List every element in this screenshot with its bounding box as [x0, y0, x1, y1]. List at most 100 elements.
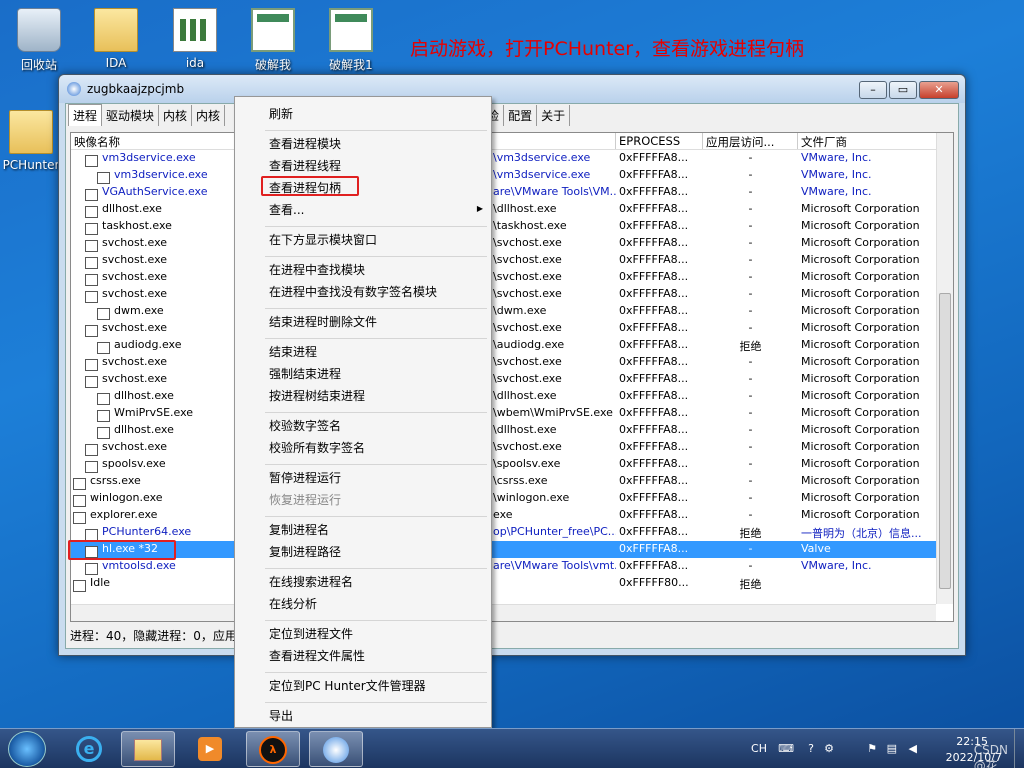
table-row[interactable]: vmtoolsd.exe are\VMware Tools\vmt... 0xFFF… [71, 558, 953, 575]
minimize-button[interactable]: – [859, 81, 887, 99]
crackme1-icon-glyph [329, 8, 373, 52]
menu-separator [265, 464, 487, 465]
table-row[interactable]: svchost.exe \svchost.exe 0xFFFFFA8... - Micr… [71, 235, 953, 252]
table-row[interactable]: dllhost.exe \dllhost.exe 0xFFFFFA8... - Micr… [71, 201, 953, 218]
menu-item[interactable]: 在下方显示模块窗口 [269, 231, 377, 248]
table-row[interactable]: svchost.exe \svchost.exe 0xFFFFFA8... - Micr… [71, 252, 953, 269]
table-row[interactable]: dwm.exe \dwm.exe 0xFFFFFA8... - Microsoft Co… [71, 303, 953, 320]
table-row[interactable]: PCHunter64.exe op\PCHunter_free\PC... 0xFF… [71, 524, 953, 541]
highlight-box-hl-exe [68, 540, 176, 560]
process-icon [97, 172, 110, 184]
settings-icon[interactable]: ⚙ [824, 742, 834, 755]
horizontal-scrollbar[interactable] [71, 604, 936, 621]
menu-item[interactable]: 强制结束进程 [269, 365, 341, 382]
table-row[interactable]: svchost.exe \svchost.exe 0xFFFFFA8... - Micr… [71, 371, 953, 388]
table-row[interactable]: svchost.exe \svchost.exe 0xFFFFFA8... - Micr… [71, 269, 953, 286]
menu-item[interactable]: 按进程树结束进程 [269, 387, 365, 404]
col-access[interactable]: 应用层访问... [703, 133, 798, 149]
process-icon [85, 223, 98, 235]
flag-icon[interactable]: ⚑ [867, 742, 877, 755]
table-row[interactable]: Idle 0xFFFFF80... 拒绝 [71, 575, 953, 592]
table-row[interactable]: vm3dservice.exe \vm3dservice.exe 0xFFFFFA8… [71, 167, 953, 184]
table-row[interactable]: svchost.exe \svchost.exe 0xFFFFFA8... - Micr… [71, 354, 953, 371]
tab-3[interactable]: 内核 [192, 105, 226, 126]
tab-1[interactable]: 驱动模块 [102, 105, 160, 126]
menu-item[interactable]: 查看... [269, 201, 304, 218]
media-player-taskbar-icon[interactable]: ▶ [183, 731, 237, 767]
col-vendor[interactable]: 文件厂商 [798, 133, 939, 149]
process-path: \svchost.exe [493, 253, 562, 266]
menu-item[interactable]: 刷新 [269, 105, 293, 122]
pchunter-folder-icon[interactable]: PCHunter [0, 110, 66, 172]
tab-2[interactable]: 内核 [159, 105, 193, 126]
show-desktop-button[interactable] [1014, 729, 1024, 768]
table-row[interactable]: svchost.exe \svchost.exe 0xFFFFFA8... - Micr… [71, 320, 953, 337]
tab-0[interactable]: 进程 [68, 104, 103, 126]
table-row[interactable]: svchost.exe \svchost.exe 0xFFFFFA8... - Micr… [71, 286, 953, 303]
table-row[interactable]: winlogon.exe \winlogon.exe 0xFFFFFA8... - Mi… [71, 490, 953, 507]
title-bar[interactable]: zugbkaajzpcjmb [59, 75, 965, 103]
menu-item[interactable]: 在线搜索进程名 [269, 573, 353, 590]
ida-folder-icon[interactable]: IDA [81, 8, 151, 70]
half-life-taskbar-icon[interactable]: λ [246, 731, 300, 767]
table-row[interactable]: explorer.exe exe 0xFFFFFA8... - Microsoft Co… [71, 507, 953, 524]
process-name: svchost.exe [102, 372, 168, 385]
menu-item[interactable]: 查看进程文件属性 [269, 647, 365, 664]
ida-app-icon[interactable]: ida [160, 8, 230, 70]
table-row[interactable]: csrss.exe \csrss.exe 0xFFFFFA8... - Microsof… [71, 473, 953, 490]
menu-item[interactable]: 导出 [269, 707, 293, 724]
table-row[interactable]: WmiPrvSE.exe \wbem\WmiPrvSE.exe 0xFFFFFA8.… [71, 405, 953, 422]
volume-icon[interactable]: ◀ [909, 742, 917, 755]
menu-item[interactable]: 暂停进程运行 [269, 469, 341, 486]
process-path: \spoolsv.exe [493, 457, 561, 470]
table-row[interactable]: audiodg.exe \audiodg.exe 0xFFFFFA8... 拒绝 Mic… [71, 337, 953, 354]
start-button[interactable] [8, 731, 46, 767]
crackme1-icon[interactable]: 破解我1 [316, 8, 386, 73]
tab-9[interactable]: 配置 [504, 105, 538, 126]
menu-item[interactable]: 在线分析 [269, 595, 317, 612]
table-row[interactable]: taskhost.exe \taskhost.exe 0xFFFFFA8... - Mi… [71, 218, 953, 235]
table-row[interactable]: vm3dservice.exe \vm3dservice.exe 0xFFFFFA8… [71, 150, 953, 167]
recycle-bin-icon[interactable]: 回收站 [4, 8, 74, 73]
help-icon[interactable]: ? [808, 742, 814, 755]
close-button[interactable]: ✕ [919, 81, 959, 99]
process-path: \svchost.exe [493, 287, 562, 300]
menu-item[interactable]: 定位到进程文件 [269, 625, 353, 642]
process-icon [85, 189, 98, 201]
table-row[interactable]: spoolsv.exe \spoolsv.exe 0xFFFFFA8... - Micr… [71, 456, 953, 473]
maximize-button[interactable]: ▭ [889, 81, 917, 99]
table-row[interactable]: svchost.exe \svchost.exe 0xFFFFFA8... - Micr… [71, 439, 953, 456]
process-icon [85, 461, 98, 473]
language-indicator[interactable]: CH [751, 742, 767, 755]
process-icon [97, 342, 110, 354]
menu-item[interactable]: 查看进程模块 [269, 135, 341, 152]
menu-item[interactable]: 在进程中查找没有数字签名模块 [269, 283, 437, 300]
process-icon [73, 478, 86, 490]
menu-item[interactable]: 结束进程时删除文件 [269, 313, 377, 330]
keyboard-icon[interactable]: ⌨ [778, 742, 794, 755]
ie-taskbar-icon[interactable]: e [62, 731, 116, 767]
col-eprocess[interactable]: EPROCESS [616, 133, 703, 149]
network-icon[interactable]: ▤ [887, 742, 897, 755]
menu-item[interactable]: 在进程中查找模块 [269, 261, 365, 278]
menu-item[interactable]: 复制进程路径 [269, 543, 341, 560]
explorer-taskbar-icon[interactable] [121, 731, 175, 767]
cell-vendor: Microsoft Corporation [801, 491, 920, 504]
menu-item[interactable]: 查看进程线程 [269, 157, 341, 174]
menu-item[interactable]: 校验数字签名 [269, 417, 341, 434]
menu-separator [265, 256, 487, 257]
vertical-scrollbar[interactable] [936, 133, 953, 604]
scrollbar-thumb[interactable] [939, 293, 951, 589]
table-row[interactable]: hl.exe *32 0xFFFFFA8... - Valve [71, 541, 953, 558]
table-row[interactable]: dllhost.exe \dllhost.exe 0xFFFFFA8... - Micr… [71, 422, 953, 439]
pchunter-taskbar-icon[interactable] [309, 731, 363, 767]
tab-10[interactable]: 关于 [537, 105, 571, 126]
crackme-icon[interactable]: 破解我 [238, 8, 308, 73]
menu-item[interactable]: 定位到PC Hunter文件管理器 [269, 677, 426, 694]
process-path: are\VMware Tools\vmt... [493, 559, 616, 572]
menu-item[interactable]: 结束进程 [269, 343, 317, 360]
table-row[interactable]: dllhost.exe \dllhost.exe 0xFFFFFA8... - Micr… [71, 388, 953, 405]
menu-item[interactable]: 复制进程名 [269, 521, 329, 538]
table-row[interactable]: VGAuthService.exe are\VMware Tools\VM... 0… [71, 184, 953, 201]
menu-item[interactable]: 校验所有数字签名 [269, 439, 365, 456]
